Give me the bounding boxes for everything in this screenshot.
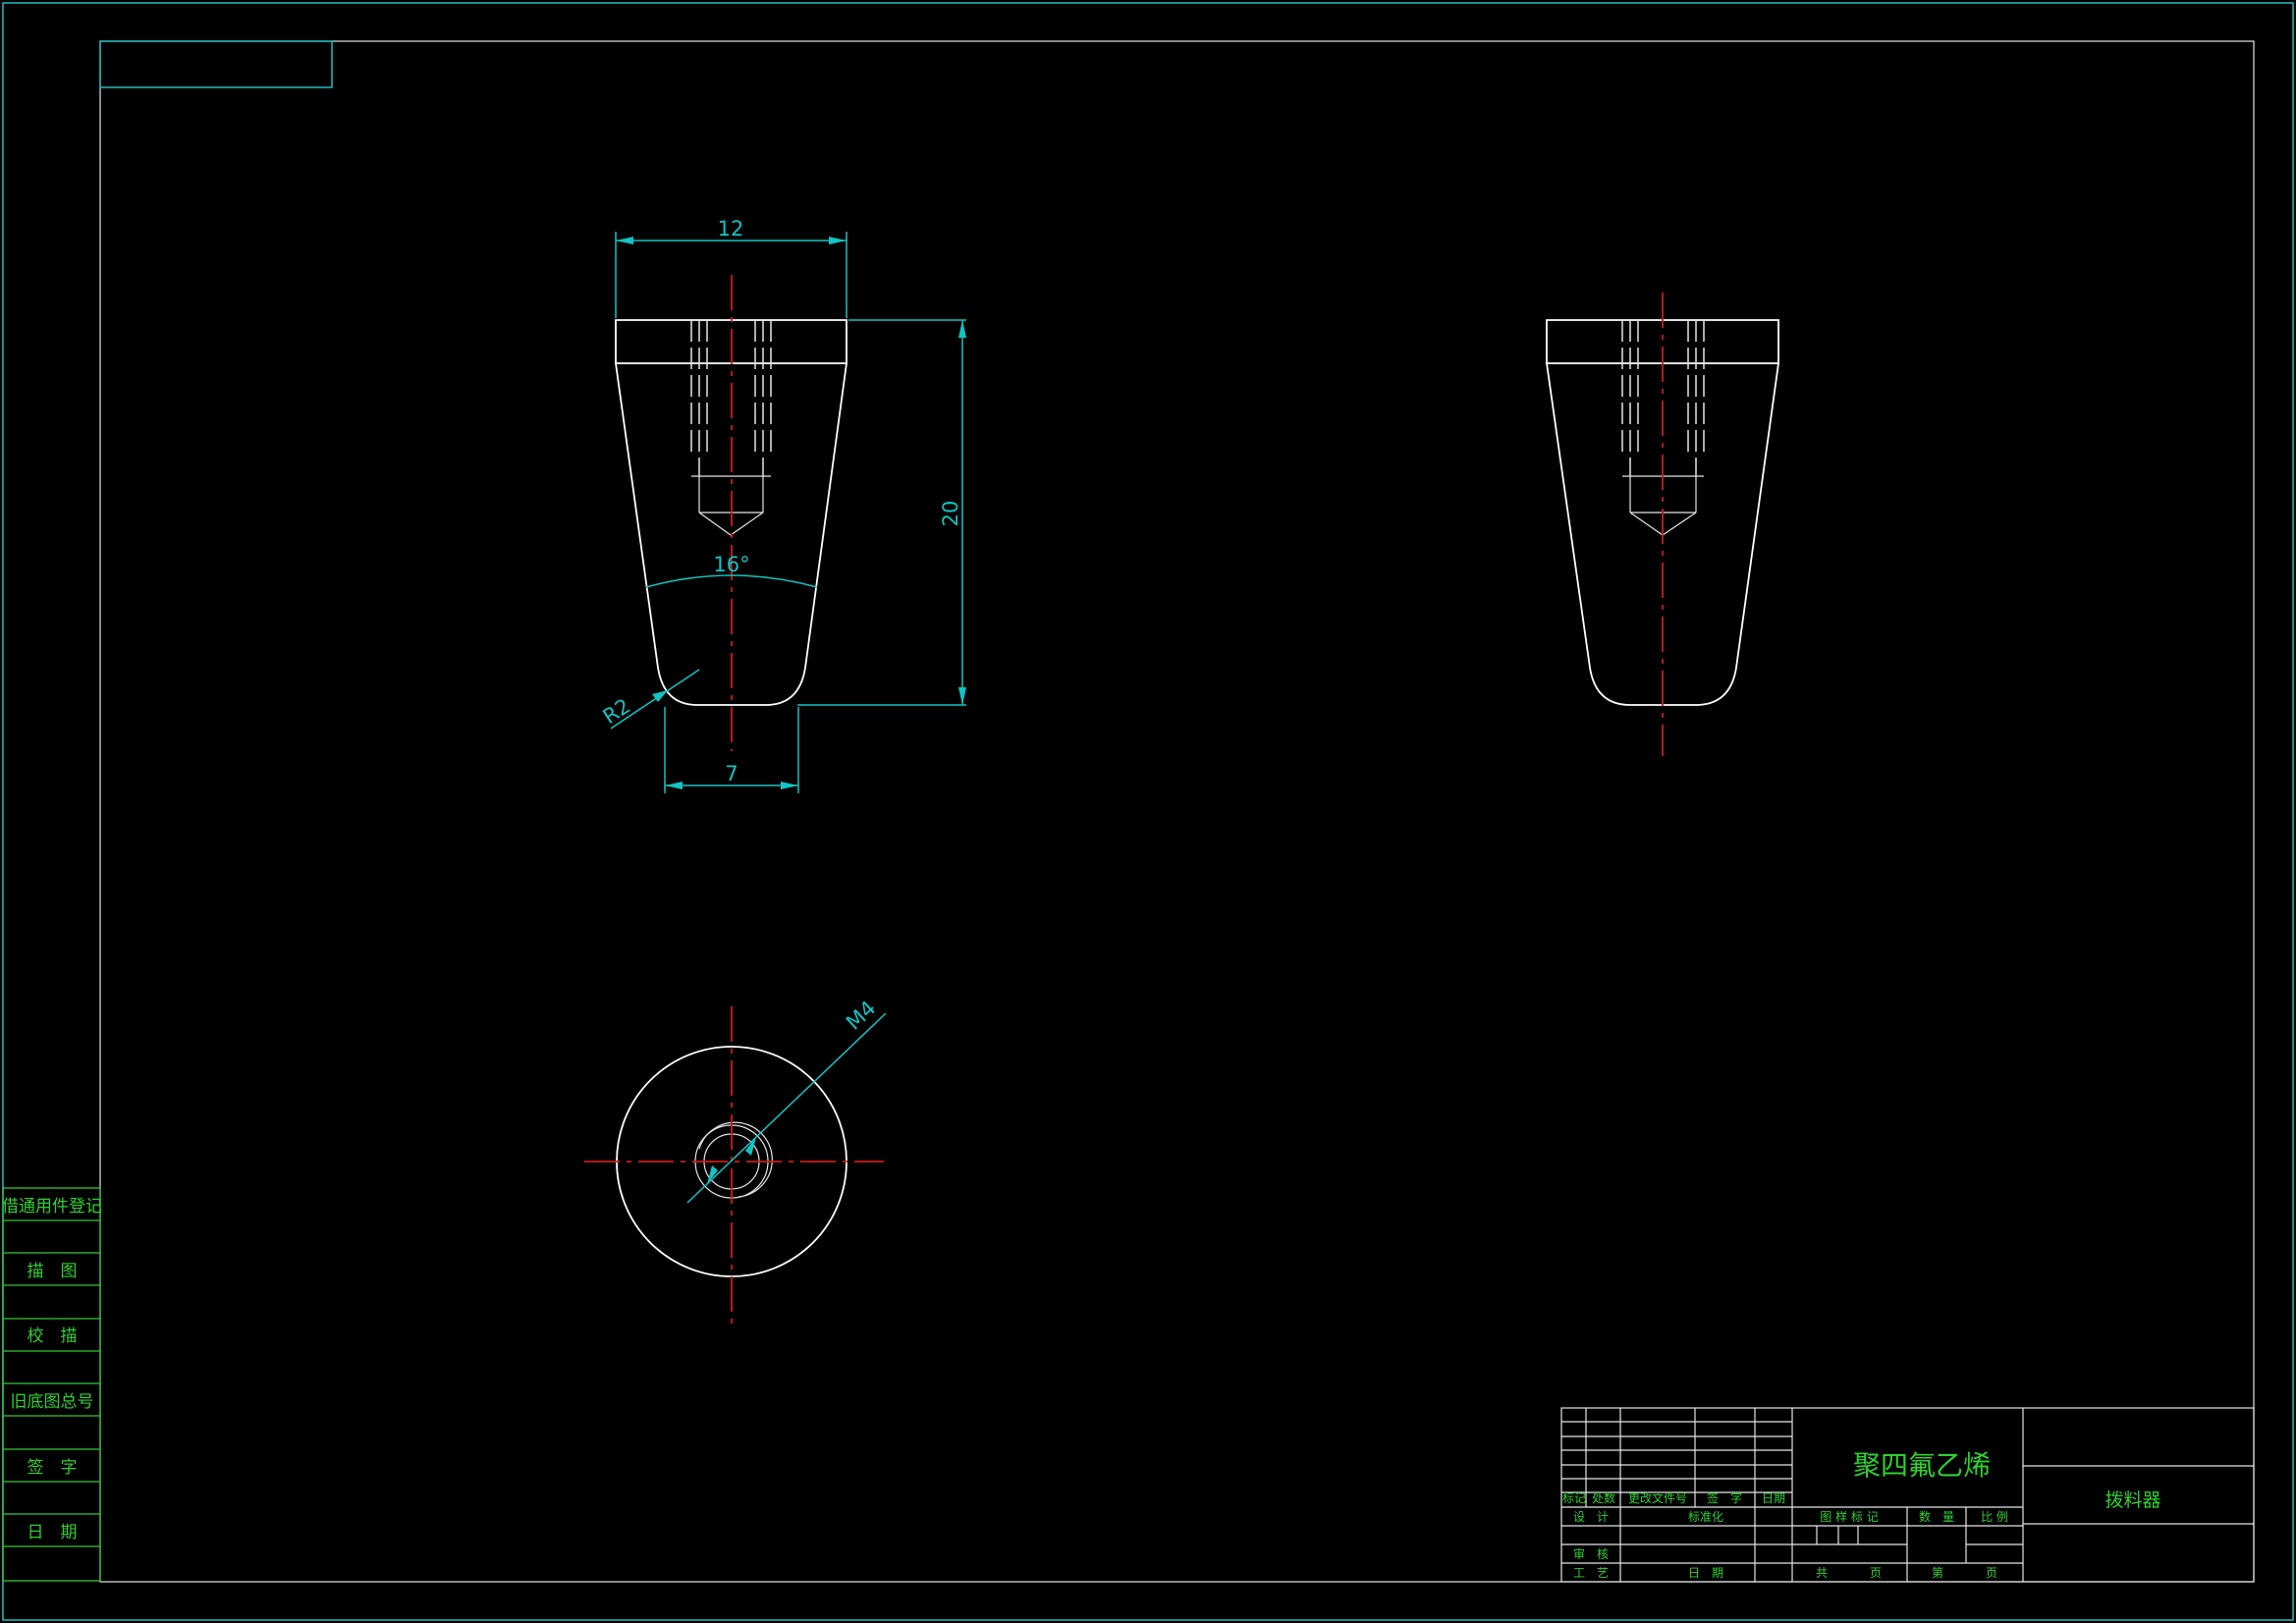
label-process: 工 艺: [1573, 1566, 1609, 1580]
label-sheets: 页: [1870, 1566, 1882, 1580]
inner-border: [99, 40, 2255, 1583]
label-sheet-no: 第: [1932, 1566, 1943, 1580]
rev-header: 标记: [1562, 1491, 1586, 1505]
label-quantity: 数 量: [1919, 1509, 1954, 1524]
label-design: 设 计: [1573, 1510, 1609, 1524]
label-total: 共: [1816, 1566, 1828, 1580]
top-view: M4: [584, 997, 887, 1325]
front-view-dimensions: 12 20 16° R2 7: [599, 217, 966, 793]
left-strip-item: 校 描: [27, 1326, 78, 1346]
left-strip-item: 借通用件登记: [2, 1197, 102, 1217]
dim-height: 20: [939, 501, 962, 527]
left-strip-item: 签 字: [27, 1458, 78, 1478]
rev-header: 日期: [1762, 1491, 1785, 1505]
label-scale: 比 例: [1981, 1510, 2008, 1524]
dim-angle: 16°: [713, 553, 749, 576]
drawing-sheet: 12 20 16° R2 7 M4 借通用件登记 描 图 校 描 旧底图总号 签…: [2, 2, 2294, 1621]
label-stage-mark: 图 样 标 记: [1820, 1509, 1878, 1524]
rev-header: 处数: [1592, 1490, 1615, 1505]
dim-bottom-width: 7: [725, 762, 738, 785]
outer-frame: [2, 2, 2294, 1621]
rev-header: 签 字: [1707, 1490, 1742, 1505]
part-name: 拨料器: [2105, 1489, 2160, 1511]
dim-thread: M4: [842, 997, 880, 1035]
label-date: 日 期: [1688, 1566, 1723, 1580]
label-standardize: 标准化: [1688, 1510, 1723, 1524]
left-strip-item: 日 期: [27, 1523, 78, 1542]
rev-header: 更改文件号: [1628, 1490, 1687, 1505]
title-block: 聚四氟乙烯 拨料器 标记 处数 更改文件号 签 字 日期 设 计 标准化 审 核…: [1560, 1407, 2255, 1583]
material-name: 聚四氟乙烯: [1853, 1449, 1991, 1482]
dim-radius: R2: [599, 694, 635, 729]
dim-top-width: 12: [718, 217, 744, 241]
front-view: [615, 275, 847, 751]
label-review: 审 核: [1573, 1546, 1609, 1561]
label-page: 页: [1986, 1566, 1997, 1580]
side-view: [1546, 293, 1779, 756]
left-strip: 借通用件登记 描 图 校 描 旧底图总号 签 字 日 期: [2, 1187, 102, 1582]
left-strip-item: 描 图: [27, 1262, 78, 1281]
left-strip-item: 旧底图总号: [11, 1392, 94, 1412]
corner-code-box: [99, 40, 333, 88]
